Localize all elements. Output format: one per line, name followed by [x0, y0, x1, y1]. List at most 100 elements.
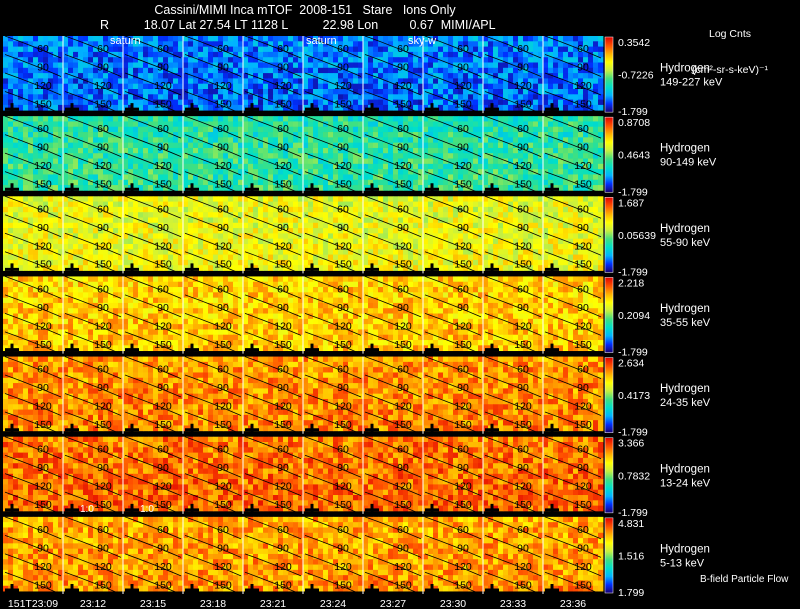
heatmap-cell — [263, 67, 269, 74]
contour-label: 120 — [154, 160, 172, 172]
heatmap-cell — [593, 196, 599, 202]
heatmap-cell — [263, 249, 269, 255]
heatmap-cell — [73, 163, 79, 170]
heatmap-cell — [113, 57, 119, 63]
heatmap-cell — [473, 243, 479, 250]
heatmap-cell — [258, 99, 264, 106]
heatmap-cell — [548, 41, 554, 47]
heatmap-cell — [588, 196, 594, 202]
heatmap-cell — [313, 147, 319, 154]
heatmap-cell — [3, 243, 9, 250]
heatmap-cell — [93, 116, 99, 122]
heatmap-cell — [343, 196, 349, 202]
heatmap-cell — [193, 169, 199, 175]
heatmap-cell — [473, 185, 479, 191]
heatmap-cell — [403, 153, 409, 159]
heatmap-cell — [8, 83, 14, 90]
heatmap-cell — [308, 121, 314, 128]
heatmap-cell — [598, 99, 604, 106]
heatmap-cell — [13, 51, 19, 58]
heatmap-cell — [128, 142, 134, 149]
heatmap-cell — [393, 233, 399, 240]
heatmap-cell — [48, 196, 54, 202]
heatmap-cell — [23, 36, 29, 42]
heatmap-cell — [428, 83, 434, 90]
heatmap-cell — [488, 158, 494, 165]
heatmap-cell — [193, 142, 199, 149]
heatmap-cell — [233, 142, 239, 149]
heatmap-cell — [133, 51, 139, 58]
heatmap-cell — [73, 158, 79, 165]
heatmap-cell — [503, 62, 509, 69]
heatmap-cell — [133, 142, 139, 149]
heatmap-cell — [493, 228, 499, 234]
heatmap-cell — [428, 228, 434, 234]
heatmap-cell — [3, 174, 9, 181]
heatmap-cell — [323, 233, 329, 240]
heatmap-cell — [438, 249, 444, 255]
heatmap-cell — [148, 174, 154, 181]
contour-label: 90 — [37, 61, 49, 73]
heatmap-cell — [253, 243, 259, 250]
contour-label: 150 — [514, 179, 532, 191]
heatmap-cell — [323, 169, 329, 175]
heatmap-cell — [248, 201, 254, 208]
contour-label: 150 — [454, 179, 472, 191]
heatmap-cell — [193, 179, 199, 186]
heatmap-cell — [188, 57, 194, 63]
heatmap-cell — [433, 99, 439, 106]
contour-label: 150 — [274, 98, 292, 110]
heatmap-cell — [373, 132, 379, 138]
heatmap-cell — [533, 174, 539, 181]
heatmap-cell — [303, 137, 309, 144]
heatmap-cell — [423, 62, 429, 69]
heatmap-cell — [133, 163, 139, 170]
heatmap-cell — [128, 46, 134, 53]
heatmap-cell — [248, 142, 254, 149]
heatmap-cell — [253, 222, 259, 229]
heatmap-cell — [488, 217, 494, 224]
heatmap-cell — [368, 217, 374, 224]
heatmap-cell — [393, 73, 399, 79]
heatmap-cell — [548, 158, 554, 165]
contour-label: 90 — [337, 61, 349, 73]
heatmap-cell — [348, 116, 354, 122]
heatmap-cell — [593, 174, 599, 181]
heatmap-cell — [278, 116, 284, 122]
heatmap-cell — [243, 179, 249, 186]
heatmap-cell — [193, 228, 199, 234]
heatmap-cell — [363, 41, 369, 47]
heatmap-cell — [463, 36, 469, 42]
heatmap-cell — [453, 116, 459, 122]
heatmap-cell — [68, 217, 74, 224]
heatmap-cell — [368, 121, 374, 128]
heatmap-cell — [28, 83, 34, 90]
heatmap-cell — [193, 147, 199, 154]
heatmap-cell — [28, 233, 34, 240]
heatmap-cell — [568, 73, 574, 79]
heatmap-cell — [553, 147, 559, 154]
heatmap-cell — [8, 57, 14, 63]
heatmap-cell — [163, 36, 169, 42]
heatmap-cell — [338, 153, 344, 159]
heatmap-cell — [598, 201, 604, 208]
heatmap-cell — [533, 196, 539, 202]
heatmap-cell — [353, 83, 359, 90]
heatmap-cell — [213, 116, 219, 122]
heatmap-cell — [328, 57, 334, 63]
heatmap-cell — [148, 196, 154, 202]
heatmap-cell — [388, 73, 394, 79]
heatmap-cell — [438, 83, 444, 90]
heatmap-cell — [143, 233, 149, 240]
heatmap-cell — [128, 94, 134, 100]
heatmap-cell — [148, 51, 154, 58]
heatmap-cell — [73, 41, 79, 47]
heatmap-cell — [593, 147, 599, 154]
heatmap-cell — [363, 158, 369, 165]
heatmap-cell — [553, 169, 559, 175]
heatmap-cell — [168, 116, 174, 122]
heatmap-cell — [93, 196, 99, 202]
heatmap-cell — [253, 169, 259, 175]
heatmap-cell — [353, 254, 359, 261]
heatmap-cell — [493, 67, 499, 74]
